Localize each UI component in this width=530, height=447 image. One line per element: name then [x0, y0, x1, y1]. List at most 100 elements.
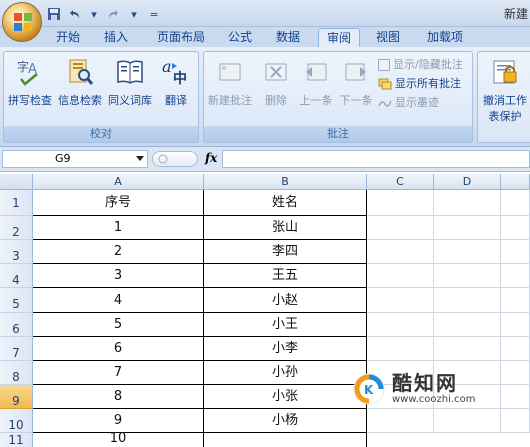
translate-button[interactable]: a中 翻译	[156, 56, 196, 108]
cell-e1[interactable]	[501, 190, 530, 216]
cell-b7[interactable]: 小李	[204, 337, 367, 361]
show-ink-button[interactable]: 显示墨迹	[378, 95, 439, 111]
row-header[interactable]: 10	[0, 409, 33, 433]
column-header-a[interactable]: A	[33, 174, 204, 190]
cell-c6[interactable]	[367, 313, 434, 337]
formula-bar-expander[interactable]	[152, 151, 198, 167]
new-comment-button[interactable]: 新建批注	[206, 56, 254, 108]
cell-a10[interactable]: 9	[33, 409, 204, 433]
cell-e3[interactable]	[501, 240, 530, 264]
research-button[interactable]: 信息检索	[56, 56, 104, 108]
row-header[interactable]: 8	[0, 361, 33, 385]
row-header[interactable]: 4	[0, 264, 33, 288]
undo-icon[interactable]	[66, 6, 82, 22]
customize-toolbar-icon[interactable]: =	[146, 6, 162, 22]
chevron-down-icon[interactable]: ▾	[86, 6, 102, 22]
cell-b2[interactable]: 张山	[204, 216, 367, 240]
cell-b9[interactable]: 小张	[204, 385, 367, 409]
column-header-e[interactable]	[501, 174, 530, 190]
cell-e2[interactable]	[501, 216, 530, 240]
chevron-down-icon[interactable]	[136, 156, 144, 161]
cell-d2[interactable]	[434, 216, 501, 240]
title-bar: ▾ ▾ = 新建	[0, 0, 530, 27]
row-header[interactable]: 1	[0, 190, 33, 216]
cell-b1[interactable]: 姓名	[204, 190, 367, 216]
cell-e7[interactable]	[501, 337, 530, 361]
formula-input[interactable]	[222, 150, 530, 168]
cell-c2[interactable]	[367, 216, 434, 240]
cell-a4[interactable]: 3	[33, 264, 204, 288]
column-header-b[interactable]: B	[204, 174, 367, 190]
cell-d7[interactable]	[434, 337, 501, 361]
cell-d5[interactable]	[434, 288, 501, 313]
cell-c7[interactable]	[367, 337, 434, 361]
cell-a1[interactable]: 序号	[33, 190, 204, 216]
tab-data[interactable]: 数据	[270, 28, 306, 47]
redo-icon[interactable]	[106, 6, 122, 22]
cell-a3[interactable]: 2	[33, 240, 204, 264]
tab-formulas[interactable]: 公式	[222, 28, 258, 47]
cell-b3[interactable]: 李四	[204, 240, 367, 264]
cell-a6[interactable]: 5	[33, 313, 204, 337]
tab-page-layout[interactable]: 页面布局	[148, 28, 214, 47]
select-all-corner[interactable]	[0, 174, 33, 190]
row-header[interactable]: 5	[0, 288, 33, 313]
name-box[interactable]: G9	[2, 150, 148, 168]
column-header-d[interactable]: D	[434, 174, 501, 190]
tab-review[interactable]: 审阅	[318, 28, 360, 47]
cell-c1[interactable]	[367, 190, 434, 216]
cell-a9[interactable]: 8	[33, 385, 204, 409]
row-header-selected[interactable]: 9	[0, 385, 33, 409]
spelling-button[interactable]: 字A 拼写检查	[6, 56, 54, 108]
cell-d10[interactable]	[434, 409, 501, 433]
office-logo-icon	[14, 13, 32, 31]
cell-b6[interactable]: 小王	[204, 313, 367, 337]
cell-e6[interactable]	[501, 313, 530, 337]
cell-c5[interactable]	[367, 288, 434, 313]
cell-e10[interactable]	[501, 409, 530, 433]
row-header[interactable]: 6	[0, 313, 33, 337]
cell-a7[interactable]: 6	[33, 337, 204, 361]
cell-d6[interactable]	[434, 313, 501, 337]
chevron-down-icon[interactable]: ▾	[126, 6, 142, 22]
cell-c4[interactable]	[367, 264, 434, 288]
tab-insert[interactable]: 插入	[98, 28, 134, 47]
thesaurus-button[interactable]: 同义词库	[106, 56, 154, 108]
cell-a8[interactable]: 7	[33, 361, 204, 385]
cell-c3[interactable]	[367, 240, 434, 264]
cell-d1[interactable]	[434, 190, 501, 216]
insert-function-icon[interactable]: fx	[205, 151, 217, 165]
cell-b8[interactable]: 小孙	[204, 361, 367, 385]
cell-d3[interactable]	[434, 240, 501, 264]
tab-home[interactable]: 开始	[50, 28, 86, 47]
office-button[interactable]	[2, 2, 42, 42]
cell-c10[interactable]	[367, 409, 434, 433]
show-all-comments-button[interactable]: 显示所有批注	[378, 76, 461, 92]
cell-b10[interactable]: 小杨	[204, 409, 367, 433]
row-header[interactable]: 11	[0, 433, 33, 447]
cell-e5[interactable]	[501, 288, 530, 313]
row-header[interactable]: 7	[0, 337, 33, 361]
cell-b11[interactable]	[204, 433, 367, 447]
cell-b5[interactable]: 小赵	[204, 288, 367, 313]
next-comment-button[interactable]: 下一条	[336, 56, 376, 108]
cell-a2[interactable]: 1	[33, 216, 204, 240]
tab-add-ins[interactable]: 加载项	[420, 28, 470, 47]
row-header[interactable]: 3	[0, 240, 33, 264]
cell-b4[interactable]: 王五	[204, 264, 367, 288]
cell-e4[interactable]	[501, 264, 530, 288]
save-icon[interactable]	[46, 6, 62, 22]
cell-d4[interactable]	[434, 264, 501, 288]
cell-a11[interactable]: 10	[33, 432, 204, 447]
quick-access-toolbar: ▾ ▾ =	[46, 5, 162, 23]
proofing-group: 字A 拼写检查 信息检索 同义词库 a中 翻译 校对	[3, 51, 199, 143]
previous-comment-button[interactable]: 上一条	[296, 56, 336, 108]
row-header[interactable]: 2	[0, 216, 33, 240]
circle-icon	[158, 154, 168, 164]
column-header-c[interactable]: C	[367, 174, 434, 190]
show-hide-comment-button[interactable]: 显示/隐藏批注	[378, 57, 463, 73]
tab-view[interactable]: 视图	[370, 28, 406, 47]
cell-a5[interactable]: 4	[33, 288, 204, 313]
delete-comment-button[interactable]: 删除	[256, 56, 296, 108]
unprotect-sheet-button[interactable]: 撤消工作 表保护	[478, 56, 530, 124]
